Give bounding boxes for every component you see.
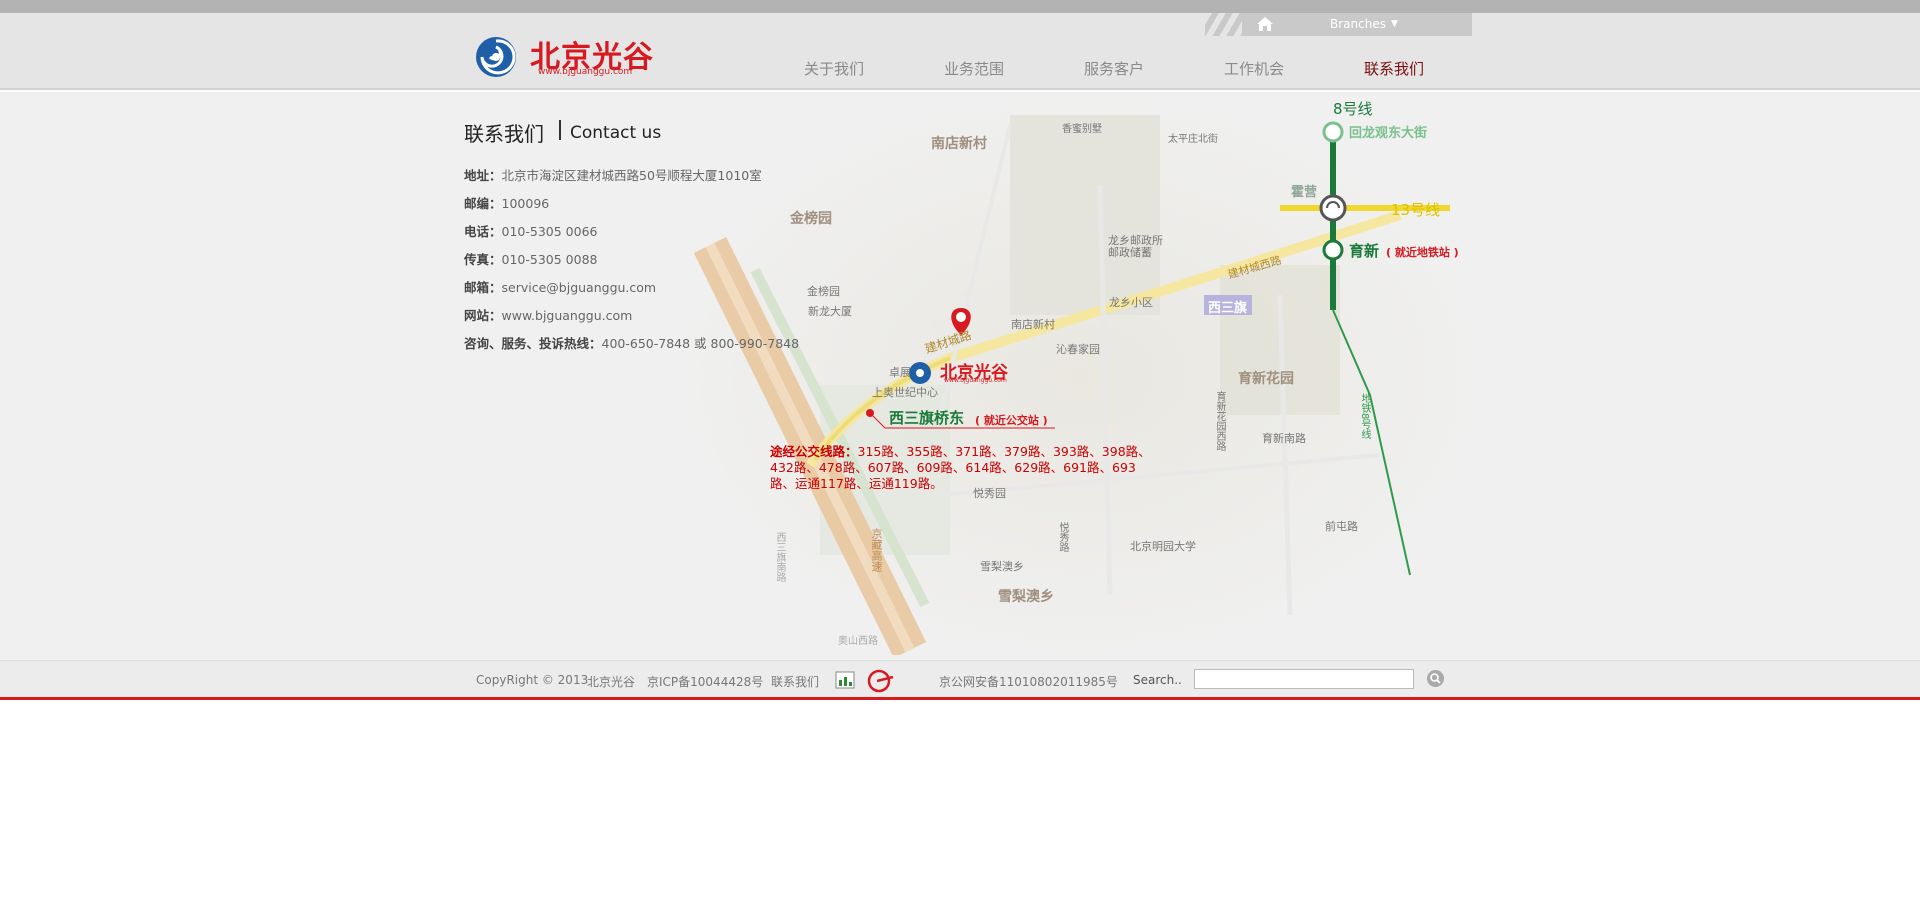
map-label-nandian: 南店新村 (1011, 318, 1055, 331)
contact-value: 100096 (501, 196, 550, 211)
page-subtitle: Contact us (570, 123, 662, 143)
bus-lines: 途经公交线路：315路、355路、371路、379路、393路、398路、432… (770, 444, 1160, 492)
map-label-yuxin-nan: 育新南路 (1262, 432, 1306, 445)
map-label-jinbangyuan-big: 金榜园 (790, 211, 832, 227)
contact-hotline: 咨询、服务、投诉热线：400-650-7848 或 800-990-7848 (464, 333, 799, 352)
map-label-zhuoyi: 卓展 (889, 366, 911, 379)
map-label-mingyuan: 北京明园大学 (1130, 540, 1196, 553)
line13-label: 13号线 (1391, 201, 1441, 219)
branches-tab-stripes (1205, 13, 1245, 36)
map-label-xinlong: 新龙大厦 (808, 305, 852, 318)
contact-value[interactable]: www.bjguanggu.com (502, 308, 633, 323)
logo[interactable]: 北京光谷 www.bjguanggu.com (474, 32, 654, 82)
search-icon[interactable] (1427, 670, 1444, 687)
map-label-xueli-big: 雪梨澳乡 (998, 589, 1054, 605)
line8-label: 8号线 (1333, 100, 1373, 118)
bus-lines-title: 途经公交线路： (770, 444, 858, 459)
nav-item-business[interactable]: 业务范围 (944, 58, 1004, 79)
contact-label: 邮箱： (464, 280, 502, 295)
chevron-down-icon[interactable]: ▼ (1391, 19, 1398, 29)
map-label-subway8: 地铁8号线 (1359, 393, 1370, 440)
contact-value: 010-5305 0066 (501, 224, 598, 239)
contact-value: 400-650-7848 或 800-990-7848 (601, 336, 800, 351)
station-huilongguan: 回龙观东大街 (1349, 126, 1428, 141)
stats-icon[interactable] (835, 671, 855, 689)
footer-divider (0, 697, 1920, 700)
footer-police-record[interactable]: 京公网安备11010802011985号 (939, 673, 1118, 690)
station-yuxin-note: ( 就近地铁站 ) (1386, 246, 1459, 259)
map-label-yuexiu-road: 悦秀路 (1057, 522, 1068, 552)
contact-website[interactable]: 网站：www.bjguanggu.com (464, 305, 632, 324)
nav-item-clients[interactable]: 服务客户 (1084, 58, 1144, 79)
contact-address: 地址：北京市海淀区建材城西路50号顺程大厦1010室 (464, 165, 762, 184)
map-label-yuxinhuayuan-big: 育新花园 (1238, 371, 1294, 387)
map-label-jinbangyuan: 金榜园 (807, 285, 840, 298)
map-label-shangao: 上奥世纪中心 (872, 386, 938, 399)
map-label-xisanqi-south: 西三旗南路 (774, 532, 785, 582)
contact-label: 网站： (464, 308, 502, 323)
bus-stop-note: ( 就近公交站 ) (975, 414, 1048, 427)
nav-item-jobs[interactable]: 工作机会 (1224, 58, 1284, 79)
contact-postcode: 邮编：100096 (464, 193, 549, 212)
contact-label: 邮编： (464, 196, 502, 211)
police-badge-icon[interactable] (867, 669, 895, 693)
contact-phone: 电话：010-5305 0066 (464, 221, 597, 240)
branches-link[interactable]: Branches (1330, 17, 1386, 31)
map-label-xisanqi: 西三旗 (1208, 301, 1248, 316)
contact-fax: 传真：010-5305 0088 (464, 249, 597, 268)
contact-value: 010-5305 0088 (501, 252, 598, 267)
footer-icp-link[interactable]: 京ICP备10044428号 (647, 673, 763, 690)
home-icon[interactable] (1256, 16, 1274, 32)
contact-label: 电话： (464, 224, 502, 239)
footer-copyright: CopyRight © 2013 (476, 673, 589, 687)
top-bar (0, 0, 1920, 13)
nav-item-about[interactable]: 关于我们 (804, 58, 864, 79)
nav-item-contact[interactable]: 联系我们 (1364, 58, 1424, 79)
contact-value[interactable]: service@bjguanggu.com (502, 280, 657, 295)
logo-swirl-icon (476, 37, 516, 77)
contact-label: 传真： (464, 252, 502, 267)
title-divider (559, 120, 561, 140)
footer-company: 北京光谷 (587, 675, 636, 689)
bus-stop-name: 西三旗桥东 (889, 409, 965, 427)
contact-email[interactable]: 邮箱：service@bjguanggu.com (464, 277, 656, 296)
footer-contact-link[interactable]: 联系我们 (771, 673, 819, 690)
map-label-nandian-big: 南店新村 (931, 136, 987, 152)
logo-url: www.bjguanggu.com (538, 67, 633, 77)
map-label-longxiang: 龙乡小区 (1109, 296, 1153, 309)
map-logo-url: www.bjguanggu.com (944, 377, 1007, 384)
search-input[interactable] (1194, 669, 1414, 689)
map-label-qinchun: 沁春家园 (1056, 343, 1100, 356)
map-label-youju2: 邮政储蓄 (1108, 246, 1152, 259)
contact-label: 咨询、服务、投诉热线： (464, 336, 602, 351)
contact-value: 北京市海淀区建材城西路50号顺程大厦1010室 (501, 168, 762, 183)
station-huoying: 霍营 (1291, 185, 1318, 200)
station-yuxin: 育新 (1349, 242, 1380, 260)
map-label-xueli: 雪梨澳乡 (980, 560, 1024, 573)
map-label-jingcang: 京藏高速 (870, 528, 883, 572)
contact-label: 地址： (464, 168, 502, 183)
map-label-xiangbieshu: 香蜜别墅 (1062, 124, 1102, 135)
map-label-yuxin-west: 育新花园西路 (1214, 391, 1225, 451)
page-title: 联系我们 (464, 122, 544, 146)
search-label: Search.. (1133, 673, 1182, 687)
location-map (680, 95, 1480, 655)
map-label-qiantun: 前屯路 (1325, 520, 1358, 533)
map-label-guanshan: 奥山西路 (838, 636, 878, 647)
map-label-taiping: 太平庄北街 (1168, 134, 1218, 145)
